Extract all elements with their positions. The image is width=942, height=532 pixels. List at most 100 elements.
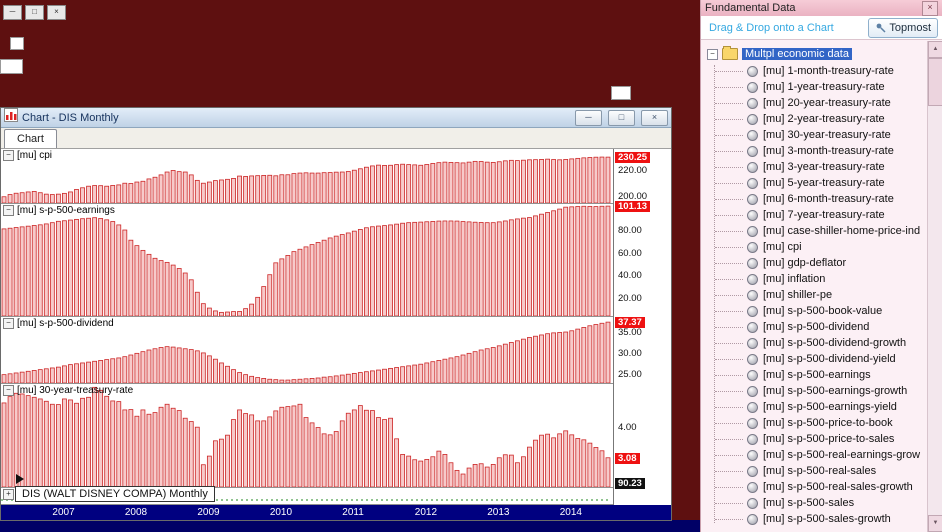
panel-close-icon[interactable]: ×: [922, 0, 938, 16]
tree-item[interactable]: [mu] s-p-500-real-sales: [701, 463, 927, 479]
tree-item[interactable]: [mu] s-p-500-real-sales-growth: [701, 479, 927, 495]
x-axis-year-label: 2009: [197, 507, 220, 518]
collapse-node-icon[interactable]: −: [707, 48, 718, 60]
data-series-icon: [747, 417, 758, 429]
tree-item[interactable]: [mu] gdp-deflator: [701, 255, 927, 271]
tree-item-label: [mu] shiller-pe: [763, 289, 833, 301]
scroll-up-icon[interactable]: ▲: [928, 41, 942, 58]
scroll-down-icon[interactable]: ▼: [928, 515, 942, 532]
tree-item[interactable]: [mu] s-p-500-dividend-yield: [701, 351, 927, 367]
tree-item[interactable]: [mu] 7-year-treasury-rate: [701, 207, 927, 223]
chart-window-titlebar[interactable]: Chart - DIS Monthly ─ □ ×: [1, 108, 671, 128]
background-window-controls: ─ □ ×: [3, 5, 66, 20]
data-series-icon: [747, 321, 758, 333]
tree-item[interactable]: [mu] s-p-500-dividend: [701, 319, 927, 335]
data-series-icon: [747, 337, 758, 349]
folder-icon: [722, 46, 738, 60]
data-series-icon: [747, 241, 758, 253]
tree-item[interactable]: [mu] s-p-500-price-to-book: [701, 415, 927, 431]
tree-item[interactable]: [mu] s-p-500-earnings: [701, 367, 927, 383]
window-artifact: [0, 59, 23, 74]
topmost-button[interactable]: Topmost: [868, 17, 938, 38]
bg-close-button[interactable]: ×: [47, 5, 66, 20]
chart-window-icon: [4, 108, 18, 127]
tree-item[interactable]: [mu] 3-month-treasury-rate: [701, 143, 927, 159]
minimize-button[interactable]: ─: [575, 109, 602, 126]
y-axis-tick: 40.00: [618, 270, 642, 282]
collapse-panel-icon[interactable]: −: [3, 205, 14, 216]
tree-item-label: [mu] 3-month-treasury-rate: [763, 145, 894, 157]
tree-item[interactable]: [mu] 3-year-treasury-rate: [701, 159, 927, 175]
chart-panel-sp500_earnings[interactable]: − [mu] s-p-500-earnings: [1, 204, 613, 317]
collapse-panel-icon[interactable]: −: [3, 318, 14, 329]
bg-maximize-button[interactable]: □: [25, 5, 44, 20]
chart-panel-treasury_30y[interactable]: − [mu] 30-year-treasury-rate: [1, 384, 613, 488]
expand-panel-icon[interactable]: +: [3, 489, 14, 500]
tree-item-label: [mu] s-p-500-earnings: [763, 369, 871, 381]
tree-item[interactable]: [mu] s-p-500-price-to-sales: [701, 431, 927, 447]
x-axis-year-label: 2013: [487, 507, 510, 518]
tree-item[interactable]: [mu] 20-year-treasury-rate: [701, 95, 927, 111]
data-series-icon: [747, 465, 758, 477]
tree-item[interactable]: [mu] s-p-500-sales-growth: [701, 511, 927, 527]
y-axis-tick: 20.00: [618, 292, 642, 304]
data-series-icon: [747, 305, 758, 317]
tree-item[interactable]: [mu] case-shiller-home-price-ind: [701, 223, 927, 239]
tree-item[interactable]: [mu] 6-month-treasury-rate: [701, 191, 927, 207]
tree-item-label: [mu] s-p-500-earnings-growth: [763, 385, 908, 397]
fundamental-panel-toolbar: Drag & Drop onto a Chart Topmost: [701, 16, 942, 40]
bg-minimize-button[interactable]: ─: [3, 5, 22, 20]
tree-item-label: [mu] 1-month-treasury-rate: [763, 65, 894, 77]
pin-icon: [877, 23, 886, 33]
chart-tabstrip: Chart: [1, 128, 671, 149]
restore-button[interactable]: □: [608, 109, 635, 126]
tree-item[interactable]: [mu] shiller-pe: [701, 287, 927, 303]
symbol-tooltip: DIS (WALT DISNEY COMPA) Monthly: [15, 486, 215, 502]
data-series-icon: [747, 193, 758, 205]
x-axis-year-label: 2012: [414, 507, 438, 518]
collapse-panel-icon[interactable]: −: [3, 150, 14, 161]
tree-item-label: [mu] s-p-500-dividend: [763, 321, 870, 333]
panel-label-cpi: − [mu] cpi: [3, 150, 52, 161]
tree-item[interactable]: [mu] cpi: [701, 239, 927, 255]
tab-chart[interactable]: Chart: [4, 129, 57, 148]
data-series-icon: [747, 449, 758, 461]
last-value-badge: 90.23: [615, 478, 645, 489]
tree-item-label: [mu] s-p-500-real-sales: [763, 465, 877, 477]
window-artifact: [611, 86, 631, 100]
tree-item[interactable]: [mu] s-p-500-real-earnings-grow: [701, 447, 927, 463]
tree-item[interactable]: [mu] 5-year-treasury-rate: [701, 175, 927, 191]
chart-panels[interactable]: − [mu] cpi − [mu] s-p-500-earnings − [mu] s-p…: [1, 149, 613, 505]
tree-item[interactable]: [mu] s-p-500-earnings-growth: [701, 383, 927, 399]
tree-item-label: [mu] inflation: [763, 273, 826, 285]
tree-scrollbar[interactable]: ▲ ▼: [927, 41, 942, 532]
data-series-icon: [747, 497, 758, 509]
panel-label-sp500_dividend: − [mu] s-p-500-dividend: [3, 318, 114, 329]
tree-item[interactable]: [mu] inflation: [701, 271, 927, 287]
scrollbar-thumb[interactable]: [928, 58, 942, 106]
collapse-panel-icon[interactable]: −: [3, 385, 14, 396]
fundamental-panel-header[interactable]: Fundamental Data ×: [701, 0, 942, 16]
data-series-icon: [747, 129, 758, 141]
data-series-icon: [747, 177, 758, 189]
tree-item[interactable]: [mu] s-p-500-dividend-growth: [701, 335, 927, 351]
tree-item-label: [mu] 5-year-treasury-rate: [763, 177, 885, 189]
play-arrow-icon[interactable]: [16, 474, 24, 484]
tree-item[interactable]: [mu] s-p-500-book-value: [701, 303, 927, 319]
tree-item[interactable]: [mu] s-p-500-earnings-yield: [701, 399, 927, 415]
tree-item[interactable]: [mu] 30-year-treasury-rate: [701, 127, 927, 143]
tree-item[interactable]: [mu] 1-year-treasury-rate: [701, 79, 927, 95]
background-bottom-strip: [0, 520, 700, 532]
tree-item[interactable]: [mu] 2-year-treasury-rate: [701, 111, 927, 127]
tree-item[interactable]: [mu] 1-month-treasury-rate: [701, 63, 927, 79]
tree-item-label: [mu] 7-year-treasury-rate: [763, 209, 885, 221]
chart-panel-cpi[interactable]: − [mu] cpi: [1, 149, 613, 204]
tree-item-label: [mu] 3-year-treasury-rate: [763, 161, 885, 173]
tree-root-folder[interactable]: − Multpl economic data: [701, 45, 927, 63]
tree-item[interactable]: [mu] s-p-500-sales: [701, 495, 927, 511]
chart-panel-sp500_dividend[interactable]: − [mu] s-p-500-dividend: [1, 317, 613, 384]
tree-item-label: [mu] case-shiller-home-price-ind: [763, 225, 921, 237]
y-axis-tick: 25.00: [618, 368, 642, 380]
close-button[interactable]: ×: [641, 109, 668, 126]
data-series-icon: [747, 257, 758, 269]
